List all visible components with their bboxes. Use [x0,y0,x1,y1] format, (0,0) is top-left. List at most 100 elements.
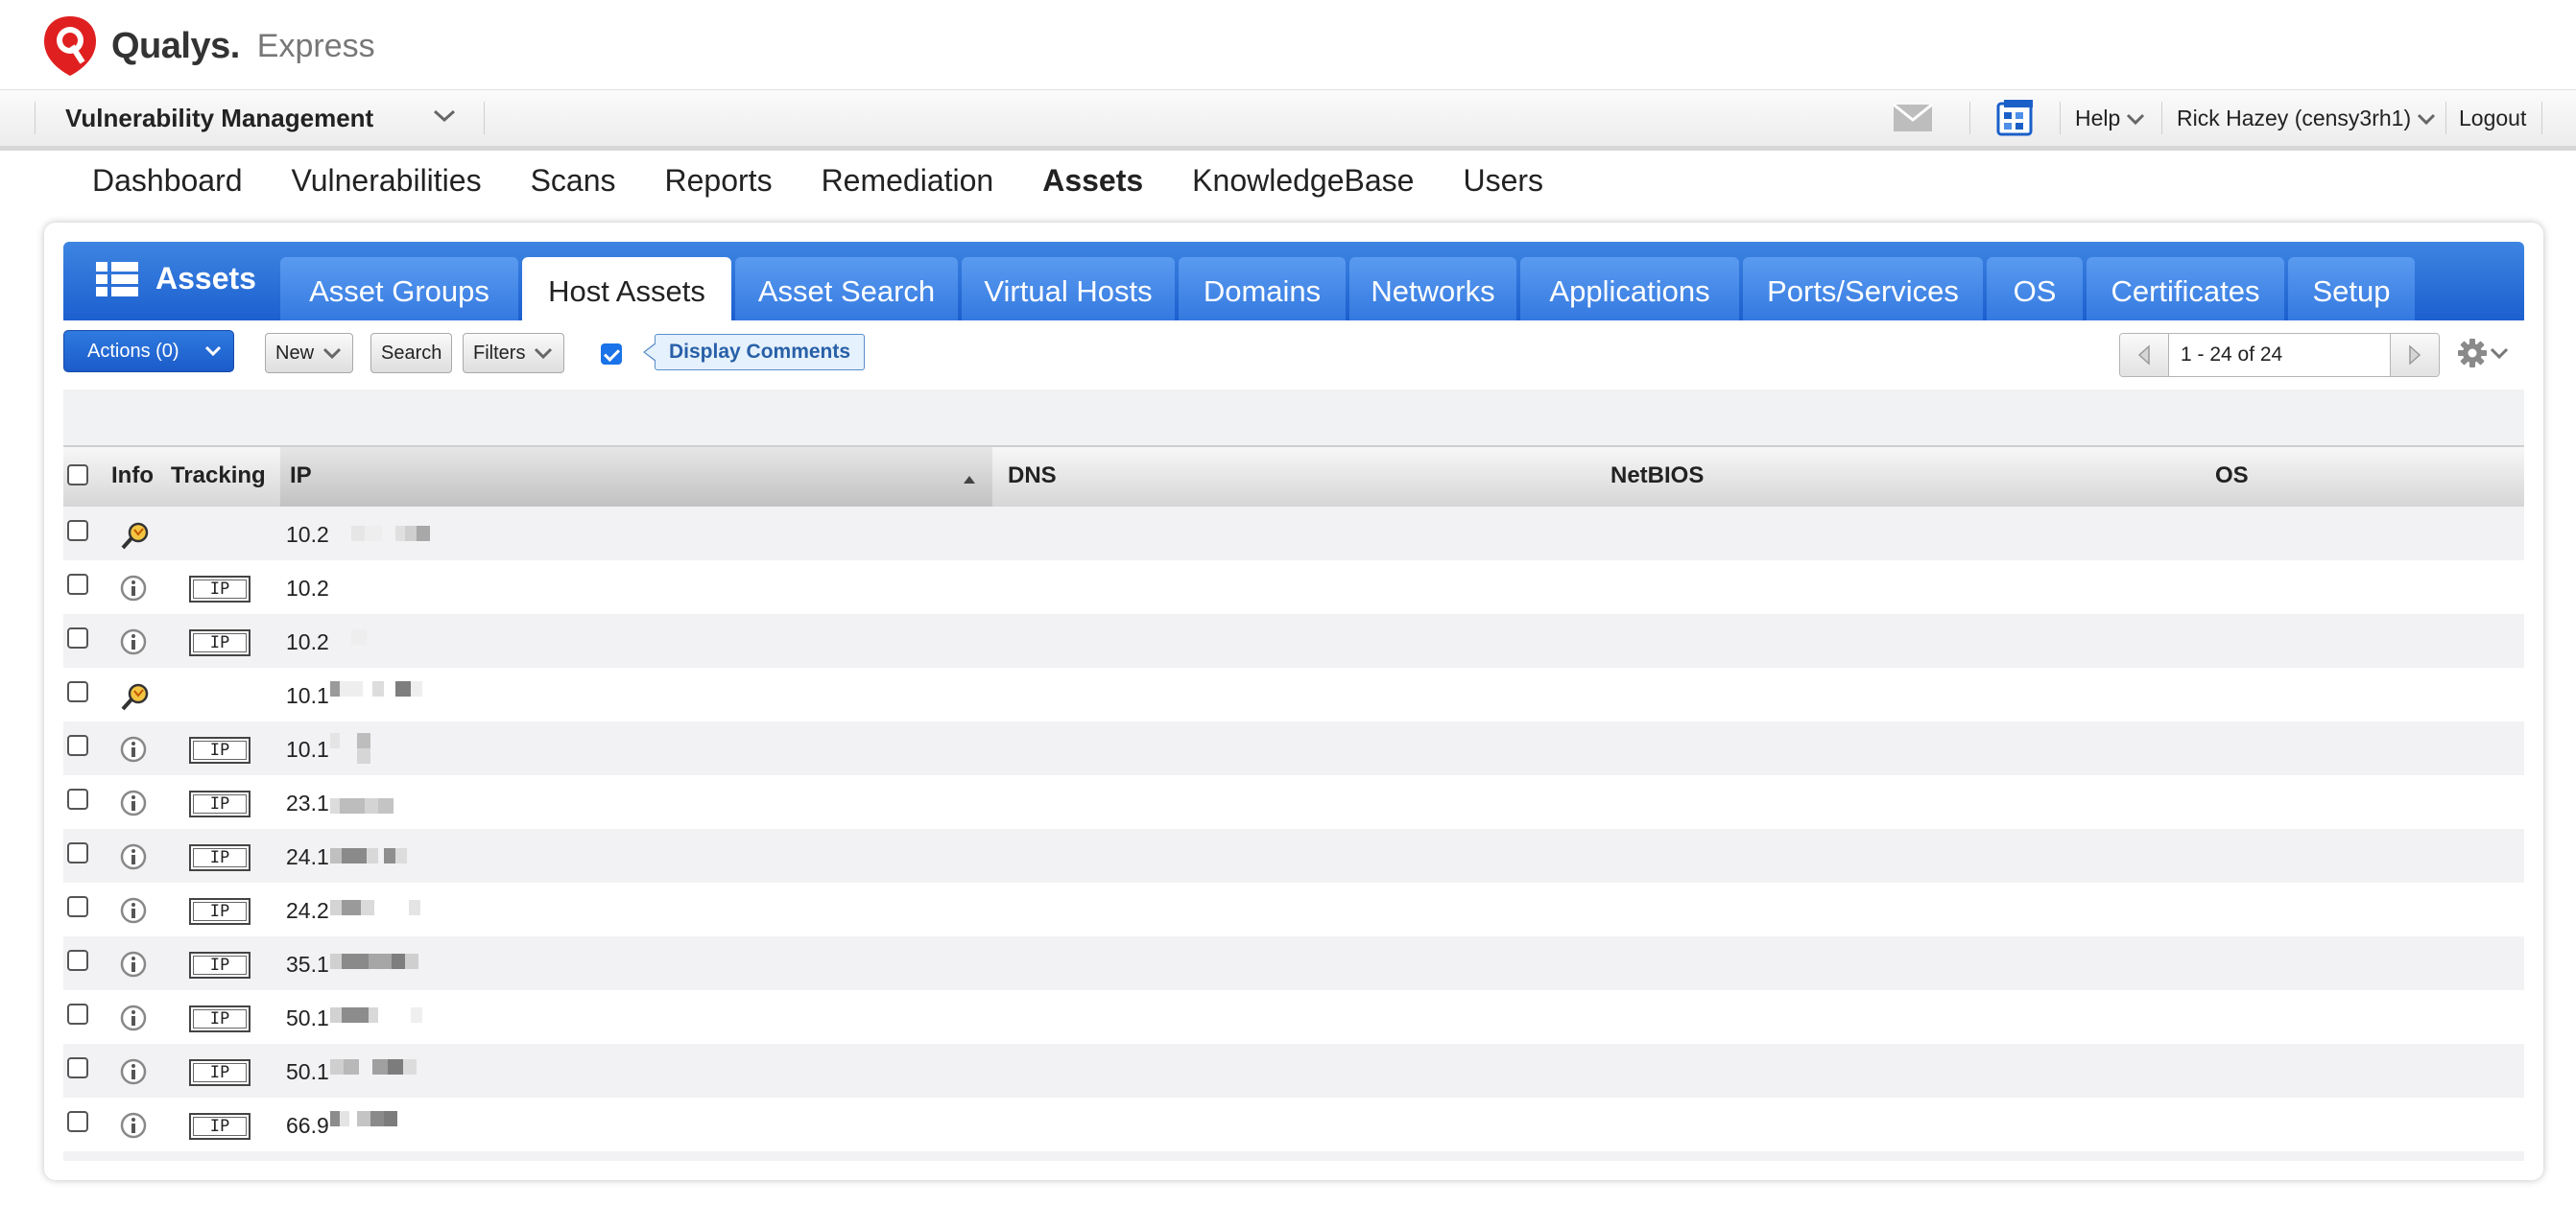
info-icon[interactable] [119,896,148,925]
tab-asset-groups[interactable]: Asset Groups [280,257,518,320]
search-button[interactable]: Search [370,333,453,373]
chevron-down-icon[interactable] [432,107,457,125]
table-row[interactable]: IP 35.1 [63,936,2524,990]
ip-value[interactable]: 50.1 [286,1005,329,1031]
user-menu[interactable]: Rick Hazey (censy3rh1) [2177,106,2436,131]
row-checkbox[interactable] [67,681,88,702]
table-row[interactable]: IP 50.1 [63,990,2524,1044]
logout-link[interactable]: Logout [2459,106,2526,131]
row-checkbox[interactable] [67,1057,88,1078]
new-button[interactable]: New [265,333,354,373]
table-row[interactable]: 10.1 [63,668,2524,721]
brand-edition: Express [256,27,375,64]
info-icon[interactable] [119,735,148,764]
nav-remediation[interactable]: Remediation [822,163,994,199]
info-icon[interactable] [119,950,148,979]
row-checkbox[interactable] [67,735,88,756]
display-comments-checkbox[interactable] [601,343,622,365]
ip-value[interactable]: 10.2 [286,629,329,655]
info-icon[interactable] [119,627,148,656]
column-info[interactable]: Info [111,462,154,489]
settings-menu[interactable] [2457,338,2509,368]
prev-page-button[interactable] [2120,334,2168,376]
tab-ports-services[interactable]: Ports/Services [1743,257,1983,320]
tab-domains[interactable]: Domains [1179,257,1346,320]
ip-value[interactable]: 23.1 [286,791,329,816]
tag-search-icon[interactable] [119,681,152,712]
mail-icon[interactable] [1893,104,1933,132]
help-label: Help [2075,106,2121,130]
ip-value[interactable]: 10.1 [286,737,329,763]
tab-setup[interactable]: Setup [2288,257,2415,320]
tracking-ip-badge: IP [189,791,250,817]
ip-value[interactable]: 50.1 [286,1059,329,1085]
column-ip[interactable]: IP [290,462,312,489]
info-icon[interactable] [119,1057,148,1086]
redacted-ip [330,721,532,775]
filters-button[interactable]: Filters [463,333,565,373]
row-checkbox[interactable] [67,627,88,649]
select-all-checkbox[interactable] [67,464,88,485]
row-checkbox[interactable] [67,950,88,971]
row-checkbox[interactable] [67,1111,88,1132]
table-row[interactable]: IP 66.9 [63,1098,2524,1151]
ip-value[interactable]: 10.1 [286,683,329,709]
info-icon[interactable] [119,789,148,817]
tracking-ip-badge: IP [189,1005,250,1032]
actions-button[interactable]: Actions (0) [63,330,234,372]
brand[interactable]: Qualys. Express [40,8,375,84]
column-tracking[interactable]: Tracking [171,462,266,489]
row-checkbox[interactable] [67,896,88,917]
info-icon[interactable] [119,1004,148,1032]
row-checkbox[interactable] [67,789,88,810]
ip-value[interactable]: 10.2 [286,576,329,602]
display-comments-label[interactable]: Display Comments [642,334,866,370]
tab-certificates[interactable]: Certificates [2087,257,2284,320]
tab-applications[interactable]: Applications [1520,257,1739,320]
ip-value[interactable]: 35.1 [286,952,329,978]
table-row[interactable]: IP 10.2 [63,614,2524,668]
table-row[interactable]: 10.2 [63,507,2524,560]
info-icon[interactable] [119,842,148,871]
table-row[interactable]: IP 24.2 [63,883,2524,936]
nav-scans[interactable]: Scans [531,163,616,199]
ip-value[interactable]: 66.9 [286,1113,329,1139]
ip-value[interactable]: 10.2 [286,522,329,548]
nav-users[interactable]: Users [1463,163,1543,199]
nav-assets[interactable]: Assets [1042,163,1143,199]
nav-knowledgebase[interactable]: KnowledgeBase [1192,163,1414,199]
nav-vulnerabilities[interactable]: Vulnerabilities [292,163,482,199]
nav-dashboard[interactable]: Dashboard [92,163,243,199]
info-icon[interactable] [119,1111,148,1140]
tab-asset-search[interactable]: Asset Search [735,257,958,320]
next-page-button[interactable] [2391,334,2439,376]
new-label: New [275,342,315,364]
info-icon[interactable] [119,574,148,603]
row-checkbox[interactable] [67,574,88,595]
tab-virtual-hosts[interactable]: Virtual Hosts [962,257,1175,320]
column-dns[interactable]: DNS [1008,462,1057,489]
page-range-field[interactable]: 1 - 24 of 24 [2168,334,2391,376]
ip-value[interactable]: 24.2 [286,898,329,924]
tab-networks[interactable]: Networks [1349,257,1516,320]
table-row[interactable]: IP 10.2 [63,560,2524,614]
table-row[interactable]: IP 50.1 [63,1044,2524,1098]
tag-search-icon[interactable] [119,520,152,551]
tab-host-assets[interactable]: Host Assets [522,257,731,320]
table-row[interactable]: IP 23.1 [63,775,2524,829]
row-checkbox[interactable] [67,520,88,541]
column-netbios[interactable]: NetBIOS [1610,462,1704,489]
column-os[interactable]: OS [2215,462,2249,489]
table-row[interactable]: IP 10.1 [63,721,2524,775]
table-row[interactable]: IP 24.1 [63,829,2524,883]
help-menu[interactable]: Help [2075,106,2145,131]
calculator-icon[interactable] [1994,96,2037,138]
row-checkbox[interactable] [67,842,88,863]
row-checkbox[interactable] [67,1004,88,1025]
tab-os[interactable]: OS [1987,257,2083,320]
tracking-ip-badge: IP [189,1059,250,1086]
ip-value[interactable]: 24.1 [286,844,329,870]
module-selector[interactable]: Vulnerability Management [65,104,373,133]
redacted-ip [330,1098,532,1151]
nav-reports[interactable]: Reports [665,163,773,199]
